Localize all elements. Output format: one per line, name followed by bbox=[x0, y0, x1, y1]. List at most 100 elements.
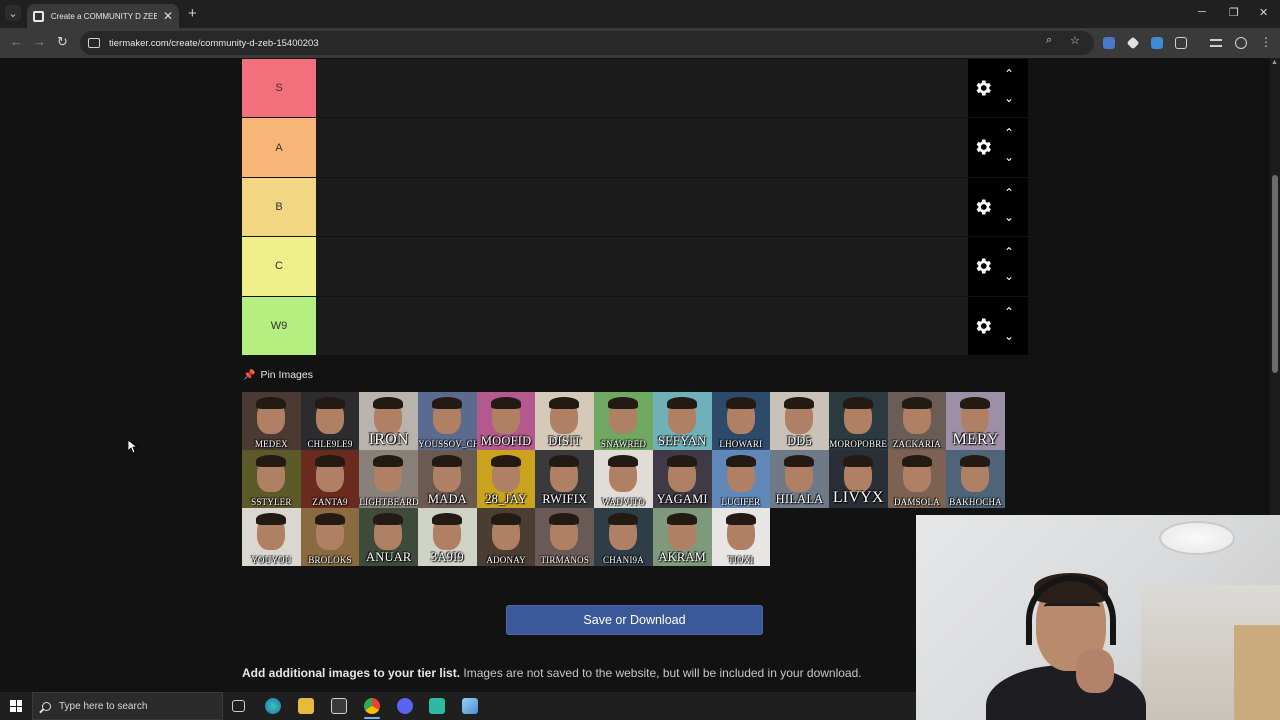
gear-icon[interactable] bbox=[973, 256, 993, 276]
tier-item-card[interactable]: SSTYLER bbox=[242, 450, 301, 508]
tier-label[interactable]: A bbox=[242, 118, 316, 177]
tier-item-card[interactable]: DD5 bbox=[770, 392, 829, 450]
move-up-chevron-icon[interactable]: ⌃ bbox=[1004, 127, 1014, 139]
tier-item-card[interactable]: MEDEX bbox=[242, 392, 301, 450]
close-window-button[interactable]: ✕ bbox=[1259, 6, 1268, 19]
forward-button[interactable]: → bbox=[33, 34, 46, 49]
gear-icon[interactable] bbox=[973, 137, 993, 157]
app-icon[interactable] bbox=[429, 698, 445, 714]
tier-item-card[interactable]: YOUYOU bbox=[242, 508, 301, 566]
tier-item-card[interactable]: DAMSOLA bbox=[887, 450, 947, 508]
store-icon[interactable] bbox=[331, 698, 347, 714]
app-icon-2[interactable] bbox=[462, 698, 478, 714]
reload-button[interactable]: ↻ bbox=[57, 34, 68, 50]
tier-item-card[interactable]: ANUAR bbox=[359, 508, 419, 566]
tier-item-card[interactable]: 3A9I9 bbox=[418, 508, 477, 566]
tier-drop-zone[interactable] bbox=[316, 118, 968, 177]
tier-item-name: 28_JAY bbox=[485, 492, 527, 506]
tier-item-card[interactable]: MADA bbox=[418, 450, 477, 508]
tier-item-card[interactable]: TIRMANOS bbox=[535, 508, 595, 566]
profile-icon[interactable] bbox=[1235, 37, 1247, 49]
pin-images-toggle[interactable]: 📌 Pin Images bbox=[243, 369, 313, 381]
person-hair bbox=[373, 397, 404, 409]
tier-drop-zone[interactable] bbox=[316, 296, 968, 355]
gear-icon[interactable] bbox=[973, 197, 993, 217]
tier-item-card[interactable]: MOROPOBRE bbox=[828, 392, 888, 450]
tier-item-card[interactable]: SNAWRED bbox=[594, 392, 653, 450]
tier-item-card[interactable]: BAKHOCHA bbox=[946, 450, 1005, 508]
tier-label[interactable]: C bbox=[242, 237, 316, 296]
move-up-chevron-icon[interactable]: ⌃ bbox=[1004, 187, 1014, 199]
tier-item-card[interactable]: YAGAMI bbox=[652, 450, 712, 508]
extensions-puzzle-icon[interactable] bbox=[1175, 37, 1187, 49]
move-down-chevron-icon[interactable]: ⌄ bbox=[1004, 211, 1014, 223]
move-down-chevron-icon[interactable]: ⌄ bbox=[1004, 330, 1014, 342]
back-button[interactable]: ← bbox=[10, 34, 23, 49]
move-down-chevron-icon[interactable]: ⌄ bbox=[1004, 92, 1014, 104]
taskbar-search-box[interactable]: Type here to search bbox=[32, 692, 223, 720]
tier-item-card[interactable]: ZANTA9 bbox=[300, 450, 360, 508]
move-up-chevron-icon[interactable]: ⌃ bbox=[1004, 68, 1014, 80]
gear-icon[interactable] bbox=[973, 78, 993, 98]
save-or-download-button[interactable]: Save or Download bbox=[506, 605, 763, 635]
new-tab-button[interactable]: + bbox=[188, 5, 197, 22]
tier-controls: ⌃ ⌄ bbox=[968, 296, 1028, 355]
tier-label[interactable]: S bbox=[242, 59, 316, 118]
tier-item-card[interactable]: RWIFIX bbox=[535, 450, 595, 508]
zoom-icon[interactable]: ⌕ bbox=[1046, 34, 1052, 47]
tier-drop-zone[interactable] bbox=[316, 237, 968, 296]
tier-item-card[interactable]: MERY bbox=[946, 392, 1005, 450]
tier-drop-zone[interactable] bbox=[316, 177, 968, 237]
tier-label[interactable]: B bbox=[242, 177, 316, 237]
tier-item-card[interactable]: LUCIFER bbox=[711, 450, 771, 508]
tier-item-card[interactable]: AKRAM bbox=[652, 508, 712, 566]
tier-item-name: SSTYLER bbox=[251, 497, 292, 507]
tier-item-card[interactable]: IRON bbox=[359, 392, 419, 450]
tier-item-card[interactable]: ZACKARIA bbox=[887, 392, 947, 450]
browser-menu-icon[interactable]: ⋮ bbox=[1260, 35, 1272, 49]
tier-label[interactable]: W9 bbox=[242, 296, 316, 355]
discord-icon[interactable] bbox=[397, 698, 413, 714]
file-explorer-icon[interactable] bbox=[298, 698, 314, 714]
extension-icon-2[interactable] bbox=[1151, 37, 1163, 49]
gear-icon[interactable] bbox=[973, 316, 993, 336]
browser-tab[interactable]: Create a COMMUNITY D ZEB Tier List ✕ bbox=[27, 4, 179, 28]
tier-drop-zone[interactable] bbox=[316, 59, 968, 118]
tier-item-card[interactable]: MOOFID bbox=[476, 392, 536, 450]
move-down-chevron-icon[interactable]: ⌄ bbox=[1004, 151, 1014, 163]
restore-button[interactable]: ❐ bbox=[1229, 6, 1239, 19]
move-up-chevron-icon[interactable]: ⌃ bbox=[1004, 246, 1014, 258]
tier-item-card[interactable]: YOUSSOV_CH bbox=[418, 392, 477, 450]
tier-item-card[interactable]: LIGHTBEARD bbox=[359, 450, 419, 508]
translate-extension-icon[interactable] bbox=[1103, 37, 1115, 49]
tier-item-card[interactable]: CHLE9LE9 bbox=[300, 392, 360, 450]
move-up-chevron-icon[interactable]: ⌃ bbox=[1004, 306, 1014, 318]
tier-item-card[interactable]: SEFYAN bbox=[652, 392, 712, 450]
site-info-icon[interactable] bbox=[88, 38, 100, 48]
bookmark-star-icon[interactable]: ☆ bbox=[1070, 34, 1080, 47]
tier-item-name: LHOWARI bbox=[719, 439, 763, 449]
tier-item-card[interactable]: TIOXI bbox=[711, 508, 771, 566]
move-down-chevron-icon[interactable]: ⌄ bbox=[1004, 270, 1014, 282]
windows-start-icon[interactable] bbox=[10, 700, 22, 712]
minimize-button[interactable]: ─ bbox=[1198, 6, 1206, 18]
tab-search-icon[interactable]: ⌄ bbox=[5, 5, 21, 21]
edge-browser-icon[interactable] bbox=[265, 698, 281, 714]
address-bar[interactable]: tiermaker.com/create/community-d-zeb-154… bbox=[80, 31, 1094, 55]
tier-item-card[interactable]: WADVITO bbox=[594, 450, 653, 508]
task-view-icon[interactable] bbox=[232, 700, 245, 712]
media-controls-icon[interactable] bbox=[1210, 39, 1222, 47]
tier-item-card[interactable]: HILALA bbox=[770, 450, 829, 508]
extension-icon[interactable] bbox=[1126, 36, 1140, 50]
tier-item-card[interactable]: BROLOKS bbox=[300, 508, 360, 566]
tier-item-card[interactable]: DISIT bbox=[535, 392, 595, 450]
scroll-up-arrow-icon[interactable]: ▲ bbox=[1271, 59, 1278, 66]
tier-item-card[interactable]: ADONAY bbox=[476, 508, 536, 566]
tier-item-card[interactable]: 28_JAY bbox=[476, 450, 536, 508]
tier-item-card[interactable]: LIVYX bbox=[828, 450, 888, 508]
scrollbar-thumb[interactable] bbox=[1272, 175, 1278, 373]
tier-item-card[interactable]: CHANI9A bbox=[594, 508, 653, 566]
tab-close-icon[interactable]: ✕ bbox=[163, 9, 173, 23]
chrome-icon[interactable] bbox=[364, 698, 380, 714]
tier-item-card[interactable]: LHOWARI bbox=[711, 392, 771, 450]
